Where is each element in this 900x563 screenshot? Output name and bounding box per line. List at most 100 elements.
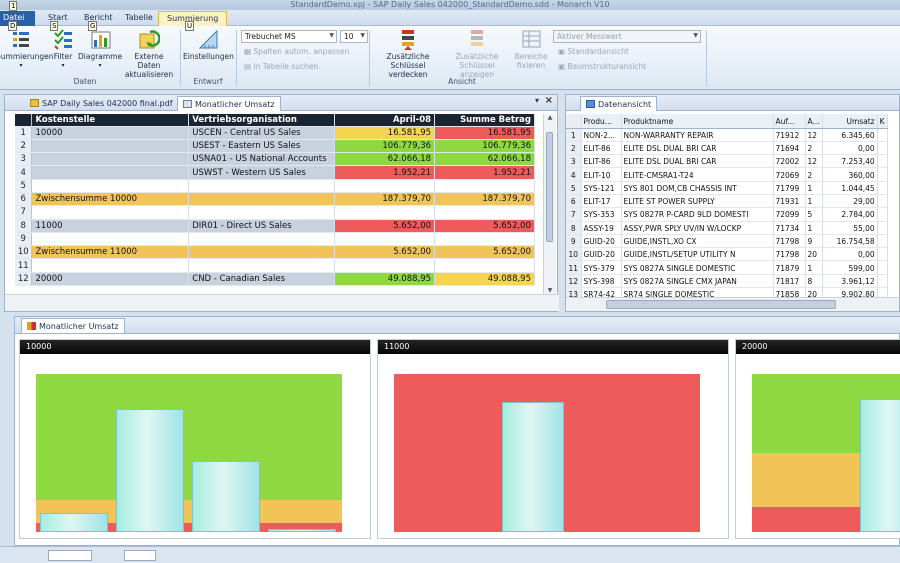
chart-bar[interactable] — [860, 399, 900, 532]
column-header[interactable]: Produktname — [621, 114, 774, 129]
table-cell[interactable]: NON-2... — [581, 128, 622, 142]
table-cell[interactable]: 12 — [805, 128, 823, 142]
column-header[interactable]: K — [877, 114, 888, 129]
table-cell[interactable] — [334, 258, 436, 273]
table-cell[interactable]: 49.088,95 — [334, 272, 436, 287]
table-cell[interactable]: 5.652,00 — [434, 219, 535, 233]
chart-bar[interactable] — [268, 528, 336, 532]
schluessel-verdecken-button[interactable]: Zusätzliche Schlüssel verdecken — [372, 28, 444, 79]
tab-tabelle[interactable]: Tabelle — [117, 11, 161, 26]
close-icon[interactable]: × — [545, 95, 553, 106]
table-cell[interactable]: Zwischensumme 11000 — [31, 245, 190, 260]
table-cell[interactable] — [31, 205, 190, 220]
table-cell[interactable]: USEST - Eastern US Sales — [188, 139, 336, 154]
bereiche-fixieren-button[interactable]: Bereiche fixieren — [510, 28, 552, 70]
chart-bar[interactable] — [502, 402, 564, 532]
table-cell[interactable]: 71879 — [773, 260, 806, 275]
table-cell[interactable] — [877, 274, 888, 289]
table-cell[interactable]: DIR01 - Direct US Sales — [188, 219, 336, 233]
table-cell[interactable]: SYS-398 — [581, 274, 622, 289]
table-row[interactable]: 9 — [15, 232, 535, 247]
table-cell[interactable]: 106.779,36 — [434, 139, 535, 154]
table-row[interactable]: 8 ASSY-19 ASSY,PWR SPLY UV/IN W/LOCKP 71734… — [566, 221, 888, 235]
table-cell[interactable]: 106.779,36 — [334, 139, 436, 154]
table-row[interactable]: 4 ELIT-10 ELITE-CMSRA1-T24 72069 2 360,00 — [566, 167, 888, 182]
table-cell[interactable]: 71798 — [773, 247, 806, 262]
table-row[interactable]: 11 — [15, 258, 535, 273]
table-cell[interactable]: ASSY-19 — [581, 221, 622, 235]
table-cell[interactable]: 5.652,00 — [334, 245, 436, 260]
table-cell[interactable] — [877, 128, 888, 142]
tab-datei[interactable]: Datei — [0, 11, 35, 26]
table-cell[interactable] — [877, 141, 888, 156]
externe-daten-button[interactable]: Externe Daten aktualisieren — [122, 28, 176, 79]
tab-chart-monatlicher-umsatz[interactable]: Monatlicher Umsatz — [21, 318, 125, 333]
tab-monatlicher-umsatz[interactable]: Monatlicher Umsatz — [177, 96, 281, 111]
table-cell[interactable]: 2.784,00 — [822, 207, 878, 222]
table-cell[interactable]: 16.754,58 — [822, 234, 878, 249]
table-cell[interactable] — [877, 181, 888, 195]
tab-sap-daily-sales-pdf[interactable]: SAP Daily Sales 042000 final.pdf — [25, 96, 178, 111]
table-cell[interactable]: ELIT-86 — [581, 141, 622, 156]
table-cell[interactable] — [31, 179, 190, 193]
table-cell[interactable]: ELITE ST POWER SUPPLY — [621, 194, 774, 209]
table-cell[interactable]: USNA01 - US National Accounts — [188, 152, 336, 167]
table-cell[interactable]: ELIT-10 — [581, 167, 622, 182]
table-row[interactable]: 9 GUID-20 GUIDE,INSTL,XO CX 71798 9 16.754,58 — [566, 234, 888, 249]
table-cell[interactable]: 16.581,95 — [434, 126, 535, 140]
spalten-anpassen-button[interactable]: ▦ Spalten autom. anpassen — [244, 47, 349, 56]
table-row[interactable]: 3 ELIT-86 ELITE DSL DUAL BRI CAR 72002 12 7.2… — [566, 154, 888, 169]
table-cell[interactable]: 71817 — [773, 274, 806, 289]
table-cell[interactable]: 71912 — [773, 128, 806, 142]
standardansicht-button[interactable]: ▣ Standardansicht — [558, 47, 629, 56]
table-cell[interactable]: 62.066,18 — [434, 152, 535, 167]
table-cell[interactable]: 9 — [805, 234, 823, 249]
table-cell[interactable]: 62.066,18 — [334, 152, 436, 167]
chart-bar[interactable] — [192, 460, 260, 532]
font-size-select[interactable]: 10 ▼ — [340, 30, 368, 43]
table-cell[interactable] — [188, 192, 336, 207]
table-row[interactable]: 8 11000 DIR01 - Direct US Sales 5.652,00 5.6… — [15, 219, 535, 233]
table-cell[interactable] — [877, 194, 888, 209]
table-cell[interactable] — [434, 205, 535, 220]
table-cell[interactable] — [877, 260, 888, 275]
table-cell[interactable]: SYS-379 — [581, 260, 622, 275]
table-row[interactable]: 11 SYS-379 SYS 0827A SINGLE DOMESTIC 71879 1… — [566, 260, 888, 275]
messwert-select[interactable]: Aktiver Messwert ▼ — [553, 30, 701, 43]
table-row[interactable]: 10 GUID-20 GUIDE,INSTL/SETUP UTILITY N 7179… — [566, 247, 888, 262]
table-row[interactable]: 1 NON-2... NON-WARRANTY REPAIR 71912 12 6.345… — [566, 128, 888, 142]
table-cell[interactable]: 0,00 — [822, 141, 878, 156]
table-row[interactable]: 7 SYS-353 SYS 0827R P-CARD 9LD DOMESTI 7209… — [566, 207, 888, 222]
table-cell[interactable]: GUID-20 — [581, 247, 622, 262]
table-row[interactable]: 5 SYS-121 SYS 801 DOM,CB CHASSIS INT 71799 1… — [566, 181, 888, 195]
table-cell[interactable] — [877, 221, 888, 235]
table-cell[interactable]: 1 — [805, 194, 823, 209]
table-cell[interactable]: 1 — [805, 221, 823, 235]
table-cell[interactable] — [188, 232, 336, 247]
table-cell[interactable]: 599,00 — [822, 260, 878, 275]
column-header[interactable]: April-08 — [334, 114, 436, 127]
table-cell[interactable]: 71734 — [773, 221, 806, 235]
table-cell[interactable]: 55,00 — [822, 221, 878, 235]
table-cell[interactable]: 2 — [805, 167, 823, 182]
table-cell[interactable]: ELIT-86 — [581, 154, 622, 169]
table-cell[interactable] — [334, 179, 436, 193]
table-cell[interactable]: CND - Canadian Sales — [188, 272, 336, 287]
scroll-up-icon[interactable]: ▲ — [544, 114, 556, 121]
table-cell[interactable]: ELITE DSL DUAL BRI CAR — [621, 141, 774, 156]
chevron-down-icon[interactable]: ▾ — [535, 96, 539, 105]
table-cell[interactable]: 6.345,60 — [822, 128, 878, 142]
table-cell[interactable]: GUIDE,INSTL/SETUP UTILITY N — [621, 247, 774, 262]
table-row[interactable]: 3 USNA01 - US National Accounts 62.066,18 6… — [15, 152, 535, 167]
table-cell[interactable]: 12 — [805, 154, 823, 169]
table-cell[interactable]: 71798 — [773, 234, 806, 249]
table-row[interactable]: 12 20000 CND - Canadian Sales 49.088,95 49.0… — [15, 272, 535, 287]
table-cell[interactable]: 5.652,00 — [434, 245, 535, 260]
column-header[interactable]: Summe Betrag — [434, 114, 535, 127]
table-cell[interactable]: 29,00 — [822, 194, 878, 209]
page-spinner[interactable] — [48, 550, 92, 561]
tab-bericht[interactable]: Bericht — [76, 11, 121, 26]
table-cell[interactable] — [31, 232, 190, 247]
scroll-down-icon[interactable]: ▼ — [544, 287, 556, 294]
table-cell[interactable]: 3.961,12 — [822, 274, 878, 289]
